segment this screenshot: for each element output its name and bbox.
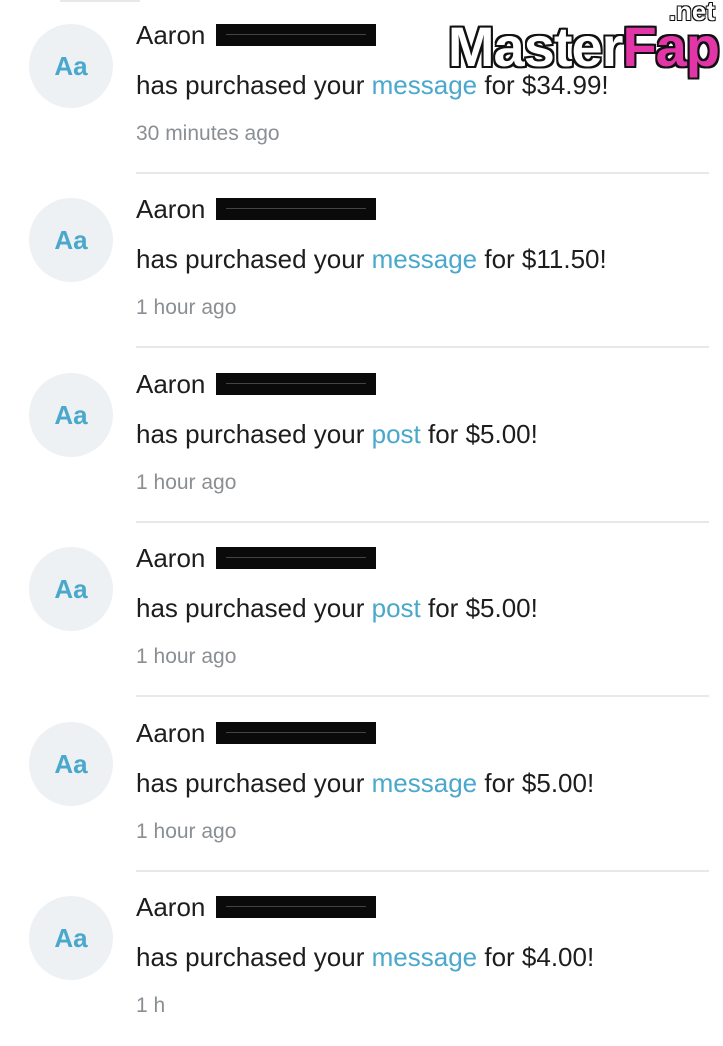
notification-item[interactable]: Aa Aaron has purchased your post for $5.… bbox=[0, 523, 723, 697]
purchase-link[interactable]: message bbox=[372, 244, 478, 274]
notification-item[interactable]: Aa Aaron has purchased your message for … bbox=[0, 872, 723, 1046]
redacted-username bbox=[215, 198, 376, 220]
avatar[interactable]: Aa bbox=[29, 198, 113, 282]
purchase-link[interactable]: post bbox=[372, 593, 421, 623]
watermark-part1: Master bbox=[447, 15, 624, 78]
name-line: Aaron bbox=[136, 541, 376, 575]
name-line: Aaron bbox=[136, 890, 376, 924]
user-name[interactable]: Aaron bbox=[136, 194, 205, 224]
redacted-username bbox=[215, 373, 376, 395]
timestamp: 1 hour ago bbox=[136, 645, 237, 668]
divider bbox=[136, 346, 709, 348]
notification-message: has purchased your post for $5.00! bbox=[136, 417, 538, 451]
timestamp: 1 hour ago bbox=[136, 820, 237, 843]
timestamp: 1 hour ago bbox=[136, 471, 237, 494]
timestamp: 30 minutes ago bbox=[136, 122, 280, 145]
avatar[interactable]: Aa bbox=[29, 24, 113, 108]
message-suffix: for $5.00! bbox=[484, 768, 595, 798]
message-prefix: has purchased your bbox=[136, 768, 365, 798]
timestamp: 1 h bbox=[136, 994, 166, 1017]
message-prefix: has purchased your bbox=[136, 419, 365, 449]
message-prefix: has purchased your bbox=[136, 942, 365, 972]
name-line: Aaron bbox=[136, 716, 376, 750]
message-prefix: has purchased your bbox=[136, 70, 365, 100]
name-line: Aaron bbox=[136, 18, 376, 52]
notification-message: has purchased your message for $5.00! bbox=[136, 766, 594, 800]
notification-message: has purchased your message for $11.50! bbox=[136, 242, 607, 276]
message-suffix: for $4.00! bbox=[484, 942, 595, 972]
name-line: Aaron bbox=[136, 192, 376, 226]
message-suffix: for $11.50! bbox=[484, 244, 607, 274]
avatar[interactable]: Aa bbox=[29, 896, 113, 980]
notification-message: has purchased your post for $5.00! bbox=[136, 591, 538, 625]
divider bbox=[136, 695, 709, 697]
avatar[interactable]: Aa bbox=[29, 373, 113, 457]
notification-feed: Aa Aaron has purchased your message for … bbox=[0, 0, 723, 1017]
watermark-logo: MasterFap .net bbox=[419, 0, 720, 82]
redacted-username bbox=[215, 24, 376, 46]
message-suffix: for $5.00! bbox=[428, 593, 538, 623]
user-name[interactable]: Aaron bbox=[136, 718, 205, 748]
user-name[interactable]: Aaron bbox=[136, 20, 205, 50]
name-line: Aaron bbox=[136, 367, 376, 401]
redacted-username bbox=[215, 547, 376, 569]
message-prefix: has purchased your bbox=[136, 593, 365, 623]
user-name[interactable]: Aaron bbox=[136, 369, 205, 399]
purchase-link[interactable]: message bbox=[372, 768, 478, 798]
redacted-username bbox=[215, 722, 376, 744]
notification-item[interactable]: Aa Aaron has purchased your message for … bbox=[0, 698, 723, 872]
avatar[interactable]: Aa bbox=[29, 547, 113, 631]
message-suffix: for $5.00! bbox=[428, 419, 538, 449]
redacted-username bbox=[215, 896, 376, 918]
user-name[interactable]: Aaron bbox=[136, 892, 205, 922]
notification-item[interactable]: Aa Aaron has purchased your message for … bbox=[0, 174, 723, 348]
notification-message: has purchased your message for $4.00! bbox=[136, 940, 594, 974]
purchase-link[interactable]: message bbox=[372, 942, 478, 972]
purchase-link[interactable]: post bbox=[372, 419, 421, 449]
message-prefix: has purchased your bbox=[136, 244, 365, 274]
watermark-tld: .net bbox=[668, 0, 715, 26]
user-name[interactable]: Aaron bbox=[136, 543, 205, 573]
timestamp: 1 hour ago bbox=[136, 296, 237, 319]
avatar[interactable]: Aa bbox=[29, 722, 113, 806]
notification-item[interactable]: Aa Aaron has purchased your post for $5.… bbox=[0, 349, 723, 523]
